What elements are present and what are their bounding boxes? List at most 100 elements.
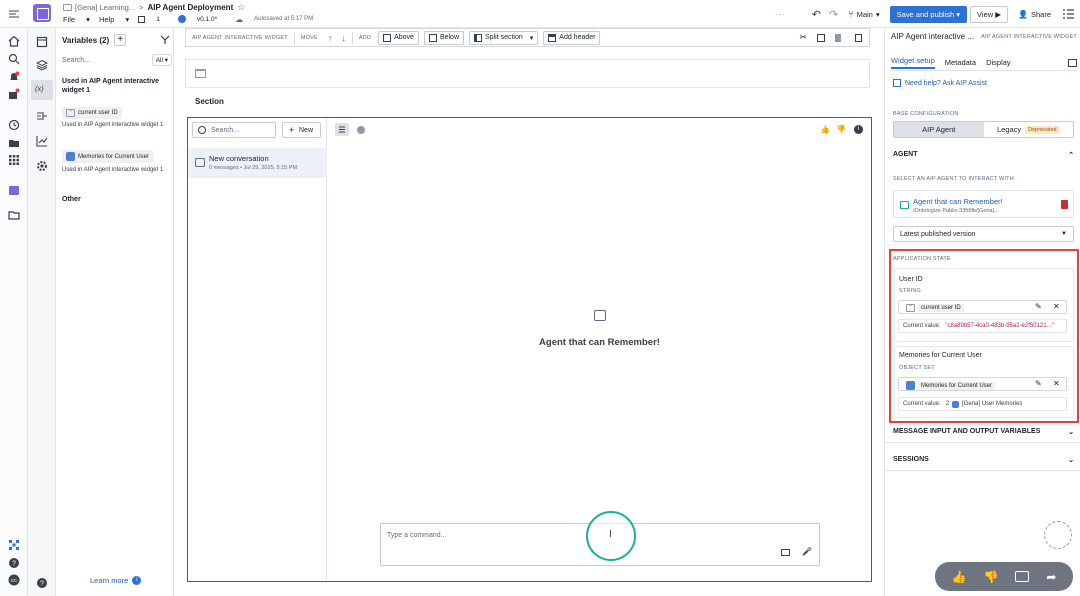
- select-agent-label: SELECT AN AIP AGENT TO INTERACT WITH: [893, 176, 1014, 182]
- add-below-button[interactable]: Below: [423, 30, 465, 45]
- comment-icon[interactable]: [1015, 571, 1030, 582]
- variable-item[interactable]: Memories for Current User: [62, 150, 154, 163]
- memories-variable-field[interactable]: Memories for Current User ✎ ✕: [898, 377, 1067, 391]
- layers-icon[interactable]: [36, 59, 48, 71]
- share-arrow-icon[interactable]: ➦: [1046, 570, 1056, 584]
- aip-assist-link[interactable]: Need help? Ask AIP Assist: [893, 79, 987, 87]
- view-button[interactable]: View ▶: [970, 5, 1009, 23]
- variables-search-input[interactable]: Search...: [62, 57, 90, 64]
- list-view-icon[interactable]: [335, 123, 349, 136]
- help-circle-icon[interactable]: ?: [36, 577, 48, 589]
- more-dots-icon[interactable]: ···: [775, 10, 786, 19]
- info-icon[interactable]: i: [854, 125, 863, 134]
- widget-title[interactable]: AIP Agent interactive ...: [891, 32, 974, 41]
- conversation-item[interactable]: New conversation 0 messages • Jul 29, 20…: [188, 148, 327, 178]
- menu-file[interactable]: File ▾: [63, 15, 90, 24]
- agent-section-header[interactable]: AGENT ⌃: [893, 151, 1074, 159]
- breadcrumb-parent[interactable]: [Gena] Learning...: [75, 3, 135, 12]
- tab-widget-setup[interactable]: Widget setup: [891, 56, 935, 69]
- autosave-status: ☁ Autosaved at 5:17 PM: [235, 14, 314, 24]
- star-icon[interactable]: ☆: [237, 2, 245, 13]
- new-conversation-button[interactable]: + New: [282, 122, 321, 138]
- move-down-icon[interactable]: ↓: [341, 33, 346, 43]
- list-icon[interactable]: [1063, 9, 1074, 19]
- breadcrumb-separator: >: [139, 3, 144, 12]
- selected-agent-card[interactable]: Agent that can Remember! /Ontologize Pub…: [893, 190, 1074, 218]
- grid-apps-icon[interactable]: [8, 154, 20, 166]
- share-button[interactable]: 👤 Share: [1018, 10, 1051, 19]
- variables-tool-active[interactable]: (x): [31, 80, 53, 100]
- variables-filter-select[interactable]: All ▾: [151, 54, 172, 66]
- base-config-legacy[interactable]: Legacy Deprecated: [984, 122, 1074, 137]
- expand-sidebar-icon[interactable]: [8, 8, 20, 20]
- cloud-icon: ☁: [235, 14, 244, 24]
- insert-below-icon: [428, 33, 437, 42]
- trash-icon[interactable]: [1061, 200, 1068, 209]
- undo-icon[interactable]: ↶: [812, 8, 821, 21]
- user-id-variable-chip: " current user ID: [902, 302, 968, 314]
- variable-graph-icon[interactable]: [160, 35, 170, 45]
- thumbs-down-icon[interactable]: 👎: [836, 125, 846, 134]
- home-icon[interactable]: [8, 35, 20, 47]
- user-id-variable-field[interactable]: " current user ID ✎ ✕: [898, 300, 1067, 314]
- history-icon[interactable]: [8, 119, 20, 131]
- user-avatar-icon[interactable]: GC: [8, 574, 20, 586]
- help-icon[interactable]: ?: [8, 557, 20, 569]
- events-icon[interactable]: [36, 110, 48, 122]
- base-config-aip-agent[interactable]: AIP Agent: [894, 122, 984, 137]
- status-dot-icon[interactable]: [357, 126, 365, 134]
- add-header-button[interactable]: Add header: [543, 30, 601, 45]
- image-attach-icon[interactable]: [781, 549, 790, 556]
- move-up-icon[interactable]: ↑: [328, 33, 333, 43]
- delete-icon[interactable]: [855, 33, 862, 42]
- agent-version-select[interactable]: Latest published version ▼: [893, 226, 1074, 242]
- notifications-icon[interactable]: [8, 71, 20, 83]
- learn-more-link[interactable]: Learn more i: [90, 576, 142, 585]
- add-above-button[interactable]: Above: [378, 30, 419, 45]
- variable-item[interactable]: " current user ID: [62, 107, 122, 119]
- dependency-count[interactable]: 1: [138, 15, 169, 23]
- close-icon[interactable]: ✕: [1053, 379, 1060, 388]
- apps-badge-icon[interactable]: [8, 88, 20, 100]
- agent-icon: [900, 201, 909, 209]
- close-icon[interactable]: ✕: [1053, 302, 1060, 311]
- clear-icon[interactable]: [835, 33, 841, 42]
- thumbs-up-icon[interactable]: 👍: [952, 570, 967, 584]
- selected-agent-name[interactable]: Agent that can Remember!: [913, 197, 1003, 206]
- search-icon: [198, 126, 206, 134]
- version-badge[interactable]: v0.1.0*: [177, 15, 226, 23]
- tab-metadata[interactable]: Metadata: [945, 58, 976, 67]
- cut-icon[interactable]: ✂: [799, 32, 807, 43]
- message-variables-section-header[interactable]: MESSAGE INPUT AND OUTPUT VARIABLES ⌄: [893, 428, 1074, 436]
- branch-selector[interactable]: ⑂ Main ▾: [848, 9, 879, 19]
- search-icon[interactable]: [8, 53, 20, 65]
- edit-pencil-icon[interactable]: ✎: [1035, 379, 1042, 388]
- chart-icon[interactable]: [36, 135, 48, 147]
- base-config-toggle: AIP Agent Legacy Deprecated: [893, 121, 1074, 138]
- files-icon[interactable]: [8, 209, 20, 221]
- canvas-header-section[interactable]: [185, 59, 870, 88]
- page-title[interactable]: AIP Agent Deployment: [147, 3, 233, 12]
- folder-icon[interactable]: [8, 137, 20, 149]
- redo-icon[interactable]: ↷: [829, 8, 838, 21]
- aip-agent-widget[interactable]: Search... + New New conversation 0 messa…: [187, 117, 872, 582]
- conversation-search-input[interactable]: Search...: [192, 122, 276, 138]
- network-icon[interactable]: [8, 539, 20, 551]
- thumbs-down-icon[interactable]: 👎: [983, 570, 998, 584]
- edit-pencil-icon[interactable]: ✎: [1035, 302, 1042, 311]
- save-and-publish-button[interactable]: Save and publish ▾: [889, 5, 968, 23]
- sessions-section-header[interactable]: SESSIONS ⌄: [893, 456, 1074, 464]
- microphone-icon[interactable]: 🎤: [802, 547, 812, 556]
- copy-icon[interactable]: [817, 33, 825, 42]
- workshop-app-icon[interactable]: [8, 185, 20, 197]
- add-variable-button[interactable]: +: [114, 34, 127, 46]
- menu-help[interactable]: Help ▾: [99, 15, 129, 24]
- book-icon[interactable]: [1068, 58, 1077, 67]
- variable-chip[interactable]: " current user ID: [62, 107, 122, 119]
- tab-display[interactable]: Display: [986, 58, 1011, 67]
- settings-gear-icon[interactable]: [36, 160, 48, 172]
- thumbs-up-icon[interactable]: 👍: [820, 125, 830, 134]
- split-section-button[interactable]: Split section ▾: [469, 30, 539, 45]
- variable-chip[interactable]: Memories for Current User: [62, 150, 154, 163]
- widgets-icon[interactable]: [36, 36, 48, 48]
